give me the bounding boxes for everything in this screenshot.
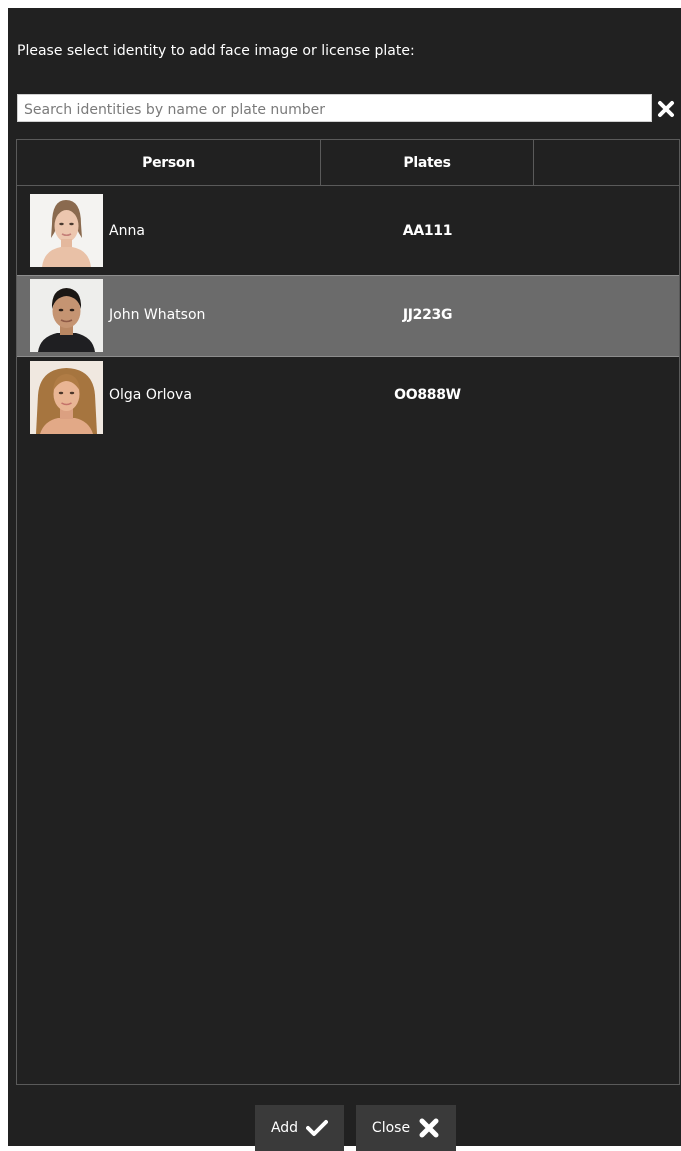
identity-select-dialog: Please select identity to add face image… — [8, 8, 681, 1151]
person-name: John Whatson — [109, 307, 206, 323]
face-photo-anna — [30, 194, 103, 267]
table-row-selected[interactable]: John Whatson JJ223G — [17, 275, 679, 357]
add-button-label: Add — [270, 1120, 299, 1136]
person-name: Anna — [109, 223, 145, 239]
table-row[interactable]: Olga Orlova OO888W — [17, 357, 679, 439]
plate-number: AA111 — [402, 223, 453, 239]
table-header: Person Plates — [17, 140, 679, 186]
column-header-plates[interactable]: Plates — [321, 140, 534, 185]
face-photo-olga — [30, 361, 103, 434]
plate-number: JJ223G — [402, 307, 453, 323]
close-x-icon — [658, 101, 674, 117]
close-x-icon — [419, 1118, 439, 1138]
add-button[interactable]: Add — [255, 1105, 344, 1151]
identities-table: Person Plates Anna AA111 John Whatson JJ… — [16, 139, 680, 1085]
close-button[interactable]: Close — [356, 1105, 456, 1151]
person-name: Olga Orlova — [109, 387, 192, 403]
table-row[interactable]: Anna AA111 — [17, 191, 679, 273]
column-header-person[interactable]: Person — [17, 140, 321, 185]
face-photo-john — [30, 279, 103, 352]
dialog-prompt: Please select identity to add face image… — [17, 43, 415, 59]
clear-search-button[interactable] — [653, 96, 679, 122]
plate-number: OO888W — [394, 387, 461, 403]
close-button-label: Close — [371, 1120, 411, 1136]
column-header-empty[interactable] — [534, 140, 679, 185]
checkmark-icon — [306, 1120, 329, 1136]
search-input[interactable] — [17, 94, 652, 122]
